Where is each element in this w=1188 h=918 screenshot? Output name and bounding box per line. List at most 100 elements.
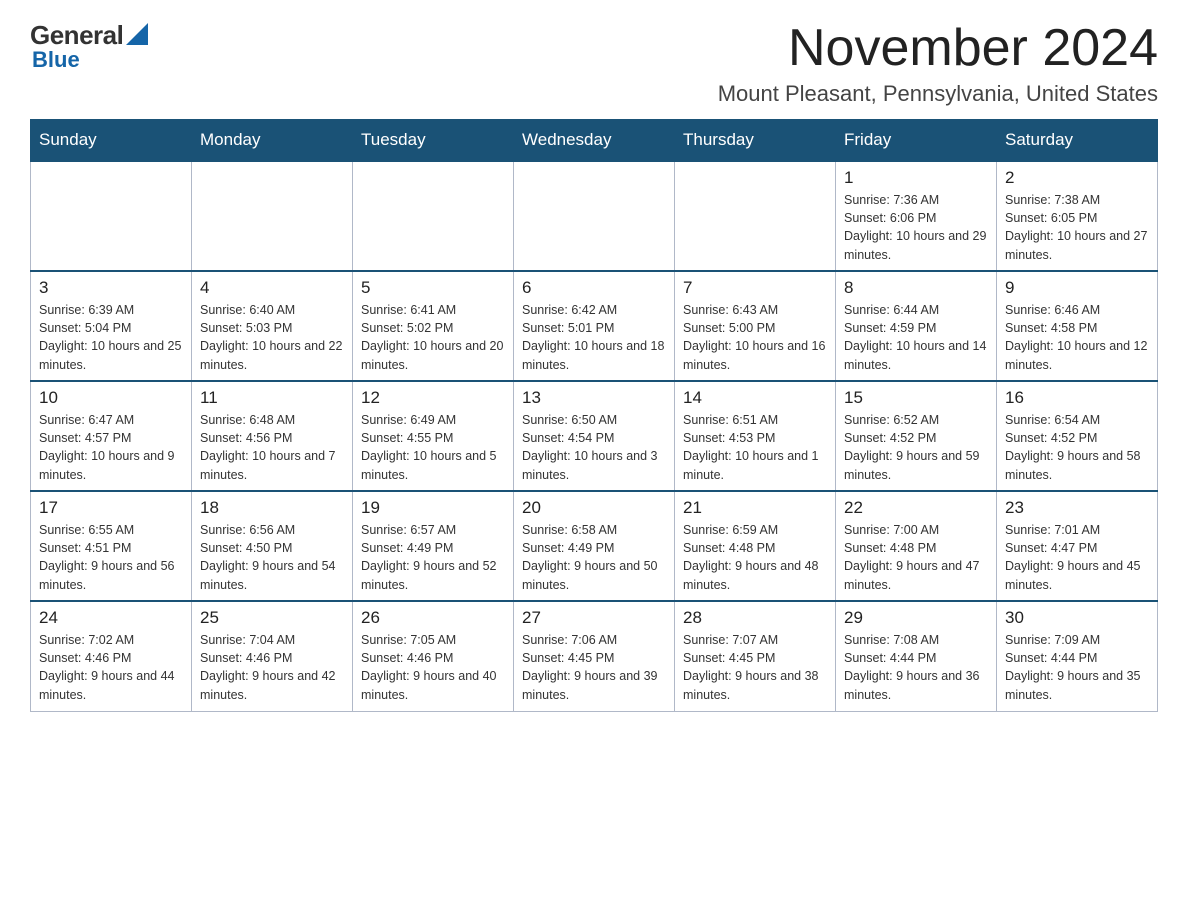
logo-blue-text: Blue: [32, 47, 80, 73]
calendar-week-row: 17 Sunrise: 6:55 AMSunset: 4:51 PMDayligh…: [31, 491, 1158, 601]
day-number: 25: [200, 608, 344, 628]
calendar-cell: [31, 161, 192, 271]
calendar-cell: 22 Sunrise: 7:00 AMSunset: 4:48 PMDayligh…: [836, 491, 997, 601]
calendar-cell: 1 Sunrise: 7:36 AMSunset: 6:06 PMDaylight…: [836, 161, 997, 271]
calendar-cell: 11 Sunrise: 6:48 AMSunset: 4:56 PMDayligh…: [192, 381, 353, 491]
calendar-cell: 9 Sunrise: 6:46 AMSunset: 4:58 PMDaylight…: [997, 271, 1158, 381]
day-info: Sunrise: 6:54 AMSunset: 4:52 PMDaylight:…: [1005, 411, 1149, 484]
day-info: Sunrise: 7:05 AMSunset: 4:46 PMDaylight:…: [361, 631, 505, 704]
calendar-cell: 30Sunrise: 7:09 AMSunset: 4:44 PMDayligh…: [997, 601, 1158, 711]
calendar-cell: 3 Sunrise: 6:39 AMSunset: 5:04 PMDaylight…: [31, 271, 192, 381]
day-info: Sunrise: 6:52 AMSunset: 4:52 PMDaylight:…: [844, 411, 988, 484]
day-number: 11: [200, 388, 344, 408]
day-number: 12: [361, 388, 505, 408]
calendar-cell: 17 Sunrise: 6:55 AMSunset: 4:51 PMDayligh…: [31, 491, 192, 601]
calendar-cell: 16 Sunrise: 6:54 AMSunset: 4:52 PMDayligh…: [997, 381, 1158, 491]
day-info: Sunrise: 6:43 AMSunset: 5:00 PMDaylight:…: [683, 301, 827, 374]
day-info: Sunrise: 6:41 AMSunset: 5:02 PMDaylight:…: [361, 301, 505, 374]
logo: General Blue: [30, 20, 148, 73]
subtitle: Mount Pleasant, Pennsylvania, United Sta…: [718, 81, 1158, 107]
day-info: Sunrise: 6:50 AMSunset: 4:54 PMDaylight:…: [522, 411, 666, 484]
day-info: Sunrise: 6:49 AMSunset: 4:55 PMDaylight:…: [361, 411, 505, 484]
day-number: 16: [1005, 388, 1149, 408]
column-header-thursday: Thursday: [675, 120, 836, 162]
column-header-monday: Monday: [192, 120, 353, 162]
day-number: 2: [1005, 168, 1149, 188]
day-info: Sunrise: 7:36 AMSunset: 6:06 PMDaylight:…: [844, 191, 988, 264]
day-number: 30: [1005, 608, 1149, 628]
calendar-cell: 10 Sunrise: 6:47 AMSunset: 4:57 PMDayligh…: [31, 381, 192, 491]
calendar-cell: 15 Sunrise: 6:52 AMSunset: 4:52 PMDayligh…: [836, 381, 997, 491]
calendar-week-row: 3 Sunrise: 6:39 AMSunset: 5:04 PMDaylight…: [31, 271, 1158, 381]
day-number: 28: [683, 608, 827, 628]
calendar-cell: 20Sunrise: 6:58 AMSunset: 4:49 PMDayligh…: [514, 491, 675, 601]
day-info: Sunrise: 6:46 AMSunset: 4:58 PMDaylight:…: [1005, 301, 1149, 374]
calendar-cell: [675, 161, 836, 271]
day-number: 23: [1005, 498, 1149, 518]
calendar-cell: 14Sunrise: 6:51 AMSunset: 4:53 PMDayligh…: [675, 381, 836, 491]
day-number: 4: [200, 278, 344, 298]
calendar-week-row: 24Sunrise: 7:02 AMSunset: 4:46 PMDayligh…: [31, 601, 1158, 711]
calendar-cell: 4 Sunrise: 6:40 AMSunset: 5:03 PMDaylight…: [192, 271, 353, 381]
calendar-cell: 24Sunrise: 7:02 AMSunset: 4:46 PMDayligh…: [31, 601, 192, 711]
column-header-wednesday: Wednesday: [514, 120, 675, 162]
main-title: November 2024: [718, 20, 1158, 77]
day-info: Sunrise: 6:59 AMSunset: 4:48 PMDaylight:…: [683, 521, 827, 594]
day-number: 1: [844, 168, 988, 188]
day-info: Sunrise: 6:57 AMSunset: 4:49 PMDaylight:…: [361, 521, 505, 594]
day-info: Sunrise: 7:07 AMSunset: 4:45 PMDaylight:…: [683, 631, 827, 704]
day-number: 19: [361, 498, 505, 518]
column-header-friday: Friday: [836, 120, 997, 162]
day-number: 17: [39, 498, 183, 518]
day-info: Sunrise: 6:58 AMSunset: 4:49 PMDaylight:…: [522, 521, 666, 594]
title-block: November 2024 Mount Pleasant, Pennsylvan…: [718, 20, 1158, 107]
day-info: Sunrise: 7:02 AMSunset: 4:46 PMDaylight:…: [39, 631, 183, 704]
day-info: Sunrise: 6:48 AMSunset: 4:56 PMDaylight:…: [200, 411, 344, 484]
calendar-table: SundayMondayTuesdayWednesdayThursdayFrid…: [30, 119, 1158, 712]
calendar-header-row: SundayMondayTuesdayWednesdayThursdayFrid…: [31, 120, 1158, 162]
day-number: 6: [522, 278, 666, 298]
day-number: 15: [844, 388, 988, 408]
day-number: 21: [683, 498, 827, 518]
calendar-cell: 26 Sunrise: 7:05 AMSunset: 4:46 PMDayligh…: [353, 601, 514, 711]
calendar-cell: 23 Sunrise: 7:01 AMSunset: 4:47 PMDayligh…: [997, 491, 1158, 601]
calendar-cell: 27 Sunrise: 7:06 AMSunset: 4:45 PMDayligh…: [514, 601, 675, 711]
calendar-cell: 13 Sunrise: 6:50 AMSunset: 4:54 PMDayligh…: [514, 381, 675, 491]
calendar-week-row: 1 Sunrise: 7:36 AMSunset: 6:06 PMDaylight…: [31, 161, 1158, 271]
logo-arrow-icon: [126, 23, 148, 45]
day-info: Sunrise: 6:39 AMSunset: 5:04 PMDaylight:…: [39, 301, 183, 374]
calendar-cell: 12 Sunrise: 6:49 AMSunset: 4:55 PMDayligh…: [353, 381, 514, 491]
calendar-cell: 18 Sunrise: 6:56 AMSunset: 4:50 PMDayligh…: [192, 491, 353, 601]
day-info: Sunrise: 6:42 AMSunset: 5:01 PMDaylight:…: [522, 301, 666, 374]
day-number: 18: [200, 498, 344, 518]
day-number: 13: [522, 388, 666, 408]
calendar-cell: 25 Sunrise: 7:04 AMSunset: 4:46 PMDayligh…: [192, 601, 353, 711]
day-number: 9: [1005, 278, 1149, 298]
calendar-cell: 21 Sunrise: 6:59 AMSunset: 4:48 PMDayligh…: [675, 491, 836, 601]
day-number: 26: [361, 608, 505, 628]
day-info: Sunrise: 7:00 AMSunset: 4:48 PMDaylight:…: [844, 521, 988, 594]
day-number: 27: [522, 608, 666, 628]
day-number: 22: [844, 498, 988, 518]
page-header: General Blue November 2024 Mount Pleasan…: [30, 20, 1158, 107]
calendar-cell: [514, 161, 675, 271]
calendar-cell: [353, 161, 514, 271]
day-info: Sunrise: 7:01 AMSunset: 4:47 PMDaylight:…: [1005, 521, 1149, 594]
calendar-cell: 29Sunrise: 7:08 AMSunset: 4:44 PMDayligh…: [836, 601, 997, 711]
day-number: 3: [39, 278, 183, 298]
day-info: Sunrise: 6:51 AMSunset: 4:53 PMDaylight:…: [683, 411, 827, 484]
calendar-cell: 6 Sunrise: 6:42 AMSunset: 5:01 PMDaylight…: [514, 271, 675, 381]
day-info: Sunrise: 6:47 AMSunset: 4:57 PMDaylight:…: [39, 411, 183, 484]
calendar-cell: 7Sunrise: 6:43 AMSunset: 5:00 PMDaylight…: [675, 271, 836, 381]
day-info: Sunrise: 6:56 AMSunset: 4:50 PMDaylight:…: [200, 521, 344, 594]
day-info: Sunrise: 6:55 AMSunset: 4:51 PMDaylight:…: [39, 521, 183, 594]
day-number: 10: [39, 388, 183, 408]
calendar-cell: 2Sunrise: 7:38 AMSunset: 6:05 PMDaylight…: [997, 161, 1158, 271]
day-info: Sunrise: 6:40 AMSunset: 5:03 PMDaylight:…: [200, 301, 344, 374]
day-info: Sunrise: 7:06 AMSunset: 4:45 PMDaylight:…: [522, 631, 666, 704]
calendar-cell: [192, 161, 353, 271]
column-header-saturday: Saturday: [997, 120, 1158, 162]
day-number: 8: [844, 278, 988, 298]
calendar-cell: 19 Sunrise: 6:57 AMSunset: 4:49 PMDayligh…: [353, 491, 514, 601]
day-info: Sunrise: 7:04 AMSunset: 4:46 PMDaylight:…: [200, 631, 344, 704]
